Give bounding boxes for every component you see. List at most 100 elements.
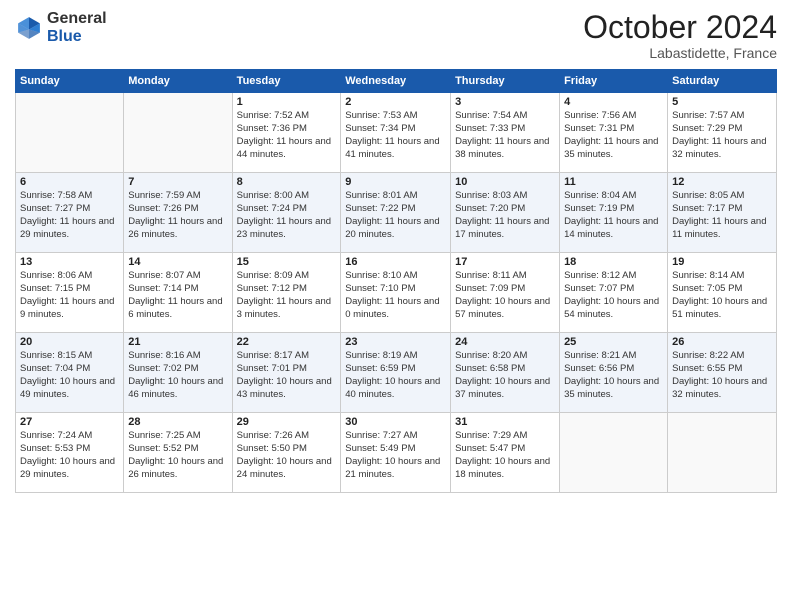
day-number: 15 bbox=[237, 256, 337, 268]
day-info: Sunrise: 8:17 AMSunset: 7:01 PMDaylight:… bbox=[237, 350, 337, 401]
day-info: Sunrise: 7:57 AMSunset: 7:29 PMDaylight:… bbox=[672, 110, 772, 161]
day-info: Sunrise: 7:29 AMSunset: 5:47 PMDaylight:… bbox=[455, 430, 555, 481]
day-number: 20 bbox=[20, 336, 119, 348]
day-number: 11 bbox=[564, 176, 663, 188]
calendar-cell: 12Sunrise: 8:05 AMSunset: 7:17 PMDayligh… bbox=[668, 173, 777, 253]
logo-general-text: General bbox=[47, 10, 107, 28]
calendar-cell: 8 Sunrise: 8:00 AMSunset: 7:24 PMDaylight… bbox=[232, 173, 341, 253]
logo-icon bbox=[15, 14, 43, 42]
day-info: Sunrise: 8:15 AMSunset: 7:04 PMDaylight:… bbox=[20, 350, 119, 401]
calendar-cell bbox=[16, 93, 124, 173]
calendar-week-row: 1 Sunrise: 7:52 AMSunset: 7:36 PMDaylight… bbox=[16, 93, 777, 173]
day-info: Sunrise: 8:01 AMSunset: 7:22 PMDaylight:… bbox=[345, 190, 446, 241]
calendar-cell: 17 Sunrise: 8:11 AMSunset: 7:09 PMDayligh… bbox=[451, 253, 560, 333]
day-info: Sunrise: 7:56 AMSunset: 7:31 PMDaylight:… bbox=[564, 110, 663, 161]
day-info: Sunrise: 8:14 AMSunset: 7:05 PMDaylight:… bbox=[672, 270, 772, 321]
calendar-cell: 2Sunrise: 7:53 AMSunset: 7:34 PMDaylight… bbox=[341, 93, 451, 173]
day-info: Sunrise: 8:10 AMSunset: 7:10 PMDaylight:… bbox=[345, 270, 446, 321]
calendar-cell: 9Sunrise: 8:01 AMSunset: 7:22 PMDaylight… bbox=[341, 173, 451, 253]
day-number: 30 bbox=[345, 416, 446, 428]
col-saturday: Saturday bbox=[668, 70, 777, 93]
calendar-cell: 25Sunrise: 8:21 AMSunset: 6:56 PMDayligh… bbox=[560, 333, 668, 413]
calendar-cell: 29Sunrise: 7:26 AMSunset: 5:50 PMDayligh… bbox=[232, 413, 341, 493]
col-tuesday: Tuesday bbox=[232, 70, 341, 93]
calendar-cell: 10 Sunrise: 8:03 AMSunset: 7:20 PMDayligh… bbox=[451, 173, 560, 253]
day-info: Sunrise: 8:09 AMSunset: 7:12 PMDaylight:… bbox=[237, 270, 337, 321]
day-number: 4 bbox=[564, 96, 663, 108]
day-number: 10 bbox=[455, 176, 555, 188]
calendar-cell: 22 Sunrise: 8:17 AMSunset: 7:01 PMDayligh… bbox=[232, 333, 341, 413]
day-number: 21 bbox=[128, 336, 227, 348]
day-number: 5 bbox=[672, 96, 772, 108]
day-info: Sunrise: 8:03 AMSunset: 7:20 PMDaylight:… bbox=[455, 190, 555, 241]
day-number: 2 bbox=[345, 96, 446, 108]
day-info: Sunrise: 8:12 AMSunset: 7:07 PMDaylight:… bbox=[564, 270, 663, 321]
calendar-cell: 18 Sunrise: 8:12 AMSunset: 7:07 PMDayligh… bbox=[560, 253, 668, 333]
day-number: 28 bbox=[128, 416, 227, 428]
day-info: Sunrise: 8:22 AMSunset: 6:55 PMDaylight:… bbox=[672, 350, 772, 401]
day-number: 24 bbox=[455, 336, 555, 348]
day-number: 26 bbox=[672, 336, 772, 348]
calendar-cell: 20 Sunrise: 8:15 AMSunset: 7:04 PMDayligh… bbox=[16, 333, 124, 413]
month-title: October 2024 bbox=[583, 10, 777, 45]
calendar-cell: 30 Sunrise: 7:27 AMSunset: 5:49 PMDayligh… bbox=[341, 413, 451, 493]
day-info: Sunrise: 8:07 AMSunset: 7:14 PMDaylight:… bbox=[128, 270, 227, 321]
day-info: Sunrise: 8:11 AMSunset: 7:09 PMDaylight:… bbox=[455, 270, 555, 321]
calendar-cell: 26 Sunrise: 8:22 AMSunset: 6:55 PMDayligh… bbox=[668, 333, 777, 413]
calendar-cell bbox=[668, 413, 777, 493]
calendar-cell: 13 Sunrise: 8:06 AMSunset: 7:15 PMDayligh… bbox=[16, 253, 124, 333]
col-friday: Friday bbox=[560, 70, 668, 93]
calendar-cell: 11 Sunrise: 8:04 AMSunset: 7:19 PMDayligh… bbox=[560, 173, 668, 253]
day-number: 14 bbox=[128, 256, 227, 268]
calendar-cell: 16 Sunrise: 8:10 AMSunset: 7:10 PMDayligh… bbox=[341, 253, 451, 333]
col-sunday: Sunday bbox=[16, 70, 124, 93]
day-number: 16 bbox=[345, 256, 446, 268]
day-info: Sunrise: 8:19 AMSunset: 6:59 PMDaylight:… bbox=[345, 350, 446, 401]
day-number: 17 bbox=[455, 256, 555, 268]
title-block: October 2024 Labastidette, France bbox=[583, 10, 777, 61]
location-subtitle: Labastidette, France bbox=[583, 45, 777, 61]
day-info: Sunrise: 7:27 AMSunset: 5:49 PMDaylight:… bbox=[345, 430, 446, 481]
calendar-cell: 15 Sunrise: 8:09 AMSunset: 7:12 PMDayligh… bbox=[232, 253, 341, 333]
calendar-cell: 27 Sunrise: 7:24 AMSunset: 5:53 PMDayligh… bbox=[16, 413, 124, 493]
calendar-cell: 3 Sunrise: 7:54 AMSunset: 7:33 PMDaylight… bbox=[451, 93, 560, 173]
calendar-cell: 14 Sunrise: 8:07 AMSunset: 7:14 PMDayligh… bbox=[124, 253, 232, 333]
day-number: 19 bbox=[672, 256, 772, 268]
day-info: Sunrise: 7:52 AMSunset: 7:36 PMDaylight:… bbox=[237, 110, 337, 161]
day-number: 1 bbox=[237, 96, 337, 108]
day-number: 27 bbox=[20, 416, 119, 428]
day-info: Sunrise: 8:00 AMSunset: 7:24 PMDaylight:… bbox=[237, 190, 337, 241]
day-info: Sunrise: 7:54 AMSunset: 7:33 PMDaylight:… bbox=[455, 110, 555, 161]
calendar-cell: 23 Sunrise: 8:19 AMSunset: 6:59 PMDayligh… bbox=[341, 333, 451, 413]
logo: General Blue bbox=[15, 10, 107, 45]
header: General Blue October 2024 Labastidette, … bbox=[15, 10, 777, 61]
day-number: 3 bbox=[455, 96, 555, 108]
day-info: Sunrise: 7:25 AMSunset: 5:52 PMDaylight:… bbox=[128, 430, 227, 481]
day-number: 23 bbox=[345, 336, 446, 348]
day-number: 18 bbox=[564, 256, 663, 268]
day-info: Sunrise: 8:06 AMSunset: 7:15 PMDaylight:… bbox=[20, 270, 119, 321]
calendar-cell: 5 Sunrise: 7:57 AMSunset: 7:29 PMDaylight… bbox=[668, 93, 777, 173]
page: General Blue October 2024 Labastidette, … bbox=[0, 0, 792, 612]
calendar-week-row: 6Sunrise: 7:58 AMSunset: 7:27 PMDaylight… bbox=[16, 173, 777, 253]
day-info: Sunrise: 8:21 AMSunset: 6:56 PMDaylight:… bbox=[564, 350, 663, 401]
day-number: 31 bbox=[455, 416, 555, 428]
logo-blue-text: Blue bbox=[47, 28, 107, 46]
calendar-cell: 21 Sunrise: 8:16 AMSunset: 7:02 PMDayligh… bbox=[124, 333, 232, 413]
day-info: Sunrise: 8:05 AMSunset: 7:17 PMDaylight:… bbox=[672, 190, 772, 241]
day-number: 7 bbox=[128, 176, 227, 188]
day-number: 8 bbox=[237, 176, 337, 188]
col-monday: Monday bbox=[124, 70, 232, 93]
calendar-cell: 4 Sunrise: 7:56 AMSunset: 7:31 PMDaylight… bbox=[560, 93, 668, 173]
calendar-cell: 19 Sunrise: 8:14 AMSunset: 7:05 PMDayligh… bbox=[668, 253, 777, 333]
calendar-cell bbox=[124, 93, 232, 173]
day-info: Sunrise: 8:16 AMSunset: 7:02 PMDaylight:… bbox=[128, 350, 227, 401]
day-info: Sunrise: 7:24 AMSunset: 5:53 PMDaylight:… bbox=[20, 430, 119, 481]
col-thursday: Thursday bbox=[451, 70, 560, 93]
day-number: 13 bbox=[20, 256, 119, 268]
day-info: Sunrise: 8:04 AMSunset: 7:19 PMDaylight:… bbox=[564, 190, 663, 241]
col-wednesday: Wednesday bbox=[341, 70, 451, 93]
calendar-cell: 24Sunrise: 8:20 AMSunset: 6:58 PMDayligh… bbox=[451, 333, 560, 413]
calendar-week-row: 20 Sunrise: 8:15 AMSunset: 7:04 PMDayligh… bbox=[16, 333, 777, 413]
day-number: 22 bbox=[237, 336, 337, 348]
